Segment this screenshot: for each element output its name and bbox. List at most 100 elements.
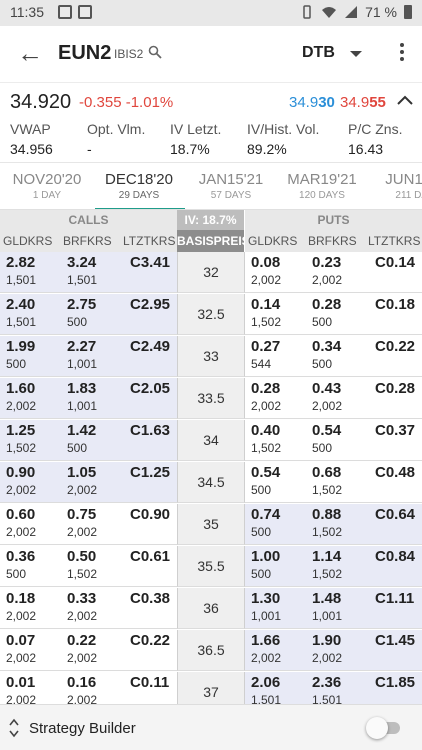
bid-size: 544 [251,357,272,371]
tab-jun18[interactable]: JUN18'21 211 DAYS [382,171,422,201]
last-price: C2.05 [130,380,171,397]
call-cell[interactable]: 0.36 500 0.50 1,502 C0.61 [0,546,177,587]
ask-price: 0.68 [312,464,342,481]
put-cell[interactable]: 0.28 2,002 0.43 2,002 C0.28 [245,378,422,419]
put-cell[interactable]: 0.74 500 0.88 1,502 C0.64 [245,504,422,545]
ask-price: 1.42 [67,422,97,439]
col-last-header[interactable]: LTZTKRS [123,230,175,252]
strike-price: 35 [177,504,245,545]
call-cell[interactable]: 1.99 500 2.27 1,001 C2.49 [0,336,177,377]
stat-value: 16.43 [348,141,384,157]
bid-price: 0.01 [6,674,36,691]
vibrate-icon [303,5,311,19]
call-cell[interactable]: 0.01 2,002 0.16 2,002 C0.11 [0,672,177,704]
ask-price: 1.90 [312,632,342,649]
tab-mar19[interactable]: MAR19'21 120 DAYS [286,171,358,201]
tab-nov20[interactable]: NOV20'20 1 DAY [12,171,82,201]
put-cell[interactable]: 1.30 1,001 1.48 1,001 C1.11 [245,588,422,629]
app-bar: ← EUN2 IBIS2 DTB [0,26,422,82]
chevron-down-icon[interactable] [350,51,362,57]
bid-size: 2,002 [6,483,37,497]
ask-price-prefix: 34.9 [340,94,370,111]
last-price: C0.22 [130,632,171,649]
more-vert-icon[interactable] [392,40,412,68]
ask-size: 2,002 [312,399,343,413]
venue-selector[interactable]: DTB [302,44,335,62]
ask-size: 2,002 [312,273,343,287]
stat-iv-last: IV Letzt. 18.7% [170,121,221,157]
bid-price: 1.30 [251,590,281,607]
strike-price: 33.5 [177,378,245,419]
bid-price: 0.90 [6,464,36,481]
puts-column-headers: GLDKRS BRFKRS LTZTKRS [245,230,422,252]
back-arrow-icon[interactable]: ← [14,38,46,70]
price-change: -0.355 -1.01% [79,94,173,111]
bid-price: 1.25 [6,422,36,439]
tab-dec18[interactable]: DEC18'20 29 DAYS [98,171,180,201]
bottom-bar: Strategy Builder [0,704,422,750]
put-cell[interactable]: 0.54 500 0.68 1,502 C0.48 [245,462,422,503]
strike-price: 37 [177,672,245,704]
col-ask-header[interactable]: BRFKRS [63,230,112,252]
search-icon[interactable] [148,45,162,59]
symbol-title[interactable]: EUN2 [58,42,111,65]
bid-size: 2,002 [6,693,37,704]
call-cell[interactable]: 0.07 2,002 0.22 2,002 C0.22 [0,630,177,671]
chevron-up-icon[interactable] [396,93,414,107]
col-ask-header[interactable]: BRFKRS [308,230,357,252]
strategy-builder-toggle[interactable] [366,717,402,739]
put-cell[interactable]: 2.06 1,501 2.36 1,501 C1.85 [245,672,422,704]
ask-size: 1,001 [67,399,98,413]
stat-iv-hist-vol: IV/Hist. Vol. 89.2% [247,121,319,157]
bid-size: 2,002 [6,651,37,665]
ask-size: 1,502 [312,567,343,581]
put-cell[interactable]: 1.66 2,002 1.90 2,002 C1.45 [245,630,422,671]
last-price: C0.37 [375,422,416,439]
put-cell[interactable]: 0.40 1,502 0.54 500 C0.37 [245,420,422,461]
strike-header: BASISPREIS [177,230,244,252]
call-cell[interactable]: 1.25 1,502 1.42 500 C1.63 [0,420,177,461]
call-cell[interactable]: 1.60 2,002 1.83 1,001 C2.05 [0,378,177,419]
chain-row: 0.07 2,002 0.22 2,002 C0.22 36.5 1.66 2,002 1.90… [0,630,422,672]
bid-price: 0.74 [251,506,281,523]
bid-size: 500 [6,567,27,581]
stat-label: IV/Hist. Vol. [247,121,320,137]
stat-label: P/C Zns. [348,121,403,137]
strike-price: 35.5 [177,546,245,587]
call-cell[interactable]: 0.90 2,002 1.05 2,002 C1.25 [0,462,177,503]
call-cell[interactable]: 0.60 2,002 0.75 2,002 C0.90 [0,504,177,545]
expand-updown-icon[interactable] [8,717,20,739]
last-price: C0.64 [375,506,416,523]
bid-price: 0.07 [6,632,36,649]
bid-price: 2.40 [6,296,36,313]
bid-price: 0.28 [251,380,281,397]
bid-size: 2,002 [251,399,282,413]
put-cell[interactable]: 0.27 544 0.34 500 C0.22 [245,336,422,377]
stat-put-call: P/C Zns. 16.43 [348,121,402,157]
ask-price: 3.24 [67,254,97,271]
last-price: C0.28 [375,380,416,397]
wifi-icon [322,7,337,18]
put-cell[interactable]: 0.08 2,002 0.23 2,002 C0.14 [245,252,422,293]
strike-price: 33 [177,336,245,377]
call-cell[interactable]: 2.40 1,501 2.75 500 C2.95 [0,294,177,335]
ask-size: 2,002 [67,525,98,539]
bid-price: 2.06 [251,674,281,691]
col-bid-header[interactable]: GLDKRS [3,230,52,252]
chain-row: 0.01 2,002 0.16 2,002 C0.11 37 2.06 1,501 2.36 1,… [0,672,422,704]
call-cell[interactable]: 0.18 2,002 0.33 2,002 C0.38 [0,588,177,629]
ask-size: 2,002 [312,651,343,665]
bid-price: 34.930 [289,94,335,111]
call-cell[interactable]: 2.82 1,501 3.24 1,501 C3.41 [0,252,177,293]
bid-price: 0.54 [251,464,281,481]
tab-jan15[interactable]: JAN15'21 57 DAYS [196,171,266,201]
chain-row: 0.90 2,002 1.05 2,002 C1.25 34.5 0.54 500 0.68 1,… [0,462,422,504]
col-bid-header[interactable]: GLDKRS [248,230,297,252]
bid-size: 1,502 [251,315,282,329]
image-icon [78,5,92,19]
put-cell[interactable]: 0.14 1,502 0.28 500 C0.18 [245,294,422,335]
strike-price: 36.5 [177,630,245,671]
col-last-header[interactable]: LTZTKRS [368,230,420,252]
put-cell[interactable]: 1.00 500 1.14 1,502 C0.84 [245,546,422,587]
strategy-builder-label[interactable]: Strategy Builder [29,720,136,737]
